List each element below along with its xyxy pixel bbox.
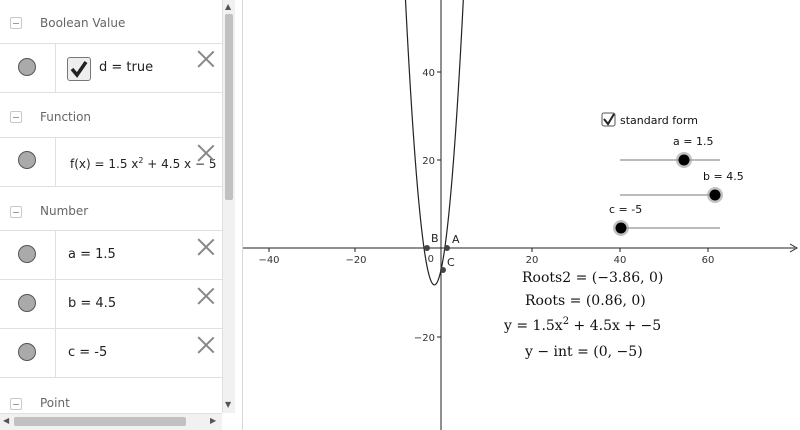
- delete-icon[interactable]: [196, 286, 216, 306]
- visibility-toggle-icon[interactable]: [18, 151, 36, 169]
- group-header-number[interactable]: Number: [0, 187, 222, 231]
- roots-text: Roots = (0.86, 0): [525, 293, 646, 309]
- x-tick-label: 60: [702, 255, 715, 266]
- scroll-up-icon[interactable]: ▲: [225, 2, 231, 12]
- algebra-row-f[interactable]: f(x) = 1.5 x2 + 4.5 x − 5: [0, 138, 222, 187]
- algebra-row-d[interactable]: d = true: [0, 44, 222, 93]
- origin-label: 0: [428, 254, 434, 265]
- marble-cell: [0, 44, 56, 92]
- item-label-a: a = 1.5: [68, 247, 116, 262]
- roots2-text: Roots2 = (−3.86, 0): [522, 270, 663, 286]
- algebra-view: Boolean Value d = true Function f(x) = 1…: [0, 0, 222, 413]
- x-tick-label: 40: [614, 255, 627, 266]
- slider-label-b: b = 4.5: [703, 170, 744, 183]
- point-B[interactable]: [424, 245, 430, 251]
- x-tick-label: −40: [258, 255, 279, 266]
- point-label-B: B: [431, 232, 439, 245]
- group-title: Function: [40, 110, 92, 124]
- vertical-scroll-thumb[interactable]: [225, 14, 233, 200]
- delete-icon[interactable]: [196, 143, 216, 163]
- group-header-boolean[interactable]: Boolean Value: [0, 0, 222, 44]
- marble-cell: [0, 329, 56, 377]
- visibility-toggle-icon[interactable]: [18, 245, 36, 263]
- y-tick-label: −20: [414, 333, 435, 344]
- slider-handle-a[interactable]: [678, 154, 690, 166]
- point-A[interactable]: [444, 245, 450, 251]
- algebra-row-a[interactable]: a = 1.5: [0, 231, 222, 280]
- slider-label-c: c = -5: [609, 203, 642, 216]
- panel-divider[interactable]: [235, 0, 243, 430]
- marble-cell: [0, 138, 56, 186]
- horizontal-scrollbar[interactable]: ◀ ▶: [0, 413, 222, 430]
- item-label-b: b = 4.5: [68, 296, 117, 311]
- eq-prefix: y = 1.5x: [503, 318, 563, 334]
- y-tick-label: 20: [422, 156, 435, 167]
- group-title: Point: [40, 396, 70, 410]
- slider-label-a: a = 1.5: [673, 135, 713, 148]
- visibility-toggle-icon[interactable]: [18, 58, 36, 76]
- point-C[interactable]: [440, 267, 446, 273]
- group-title: Boolean Value: [40, 16, 126, 30]
- group-header-function[interactable]: Function: [0, 94, 222, 138]
- item-label-d: d = true: [99, 60, 154, 75]
- checkmark-icon: [70, 61, 88, 78]
- horizontal-scroll-thumb[interactable]: [14, 417, 186, 426]
- x-tick-label: 20: [526, 255, 539, 266]
- collapse-icon[interactable]: [10, 398, 22, 410]
- boolean-checkbox[interactable]: [67, 57, 91, 81]
- point-label-C: C: [447, 256, 455, 269]
- vertical-scrollbar[interactable]: ▲ ▼: [222, 0, 235, 413]
- marble-cell: [0, 280, 56, 328]
- scroll-left-icon[interactable]: ◀: [3, 416, 9, 425]
- eq-suffix: + 4.5x + −5: [569, 318, 661, 334]
- y-tick-label: 40: [422, 68, 435, 79]
- f-prefix: f(x) = 1.5 x: [70, 157, 139, 171]
- visibility-toggle-icon[interactable]: [18, 294, 36, 312]
- collapse-icon[interactable]: [10, 111, 22, 123]
- visibility-toggle-icon[interactable]: [18, 343, 36, 361]
- point-label-A: A: [452, 233, 460, 246]
- item-label-c: c = -5: [68, 345, 108, 360]
- graphics-canvas[interactable]: −40 −20 20 40 60 40 20 −20 0 B A C stand…: [243, 0, 800, 430]
- delete-icon[interactable]: [196, 335, 216, 355]
- y-intercept-text: y − int = (0, −5): [524, 344, 643, 360]
- slider-handle-b[interactable]: [709, 189, 721, 201]
- scroll-down-icon[interactable]: ▼: [225, 400, 231, 410]
- slider-handle-c[interactable]: [615, 222, 627, 234]
- delete-icon[interactable]: [196, 237, 216, 257]
- collapse-icon[interactable]: [10, 206, 22, 218]
- y-ticks: 40 20 −20 0: [414, 68, 441, 344]
- graphics-view[interactable]: −40 −20 20 40 60 40 20 −20 0 B A C stand…: [243, 0, 800, 430]
- group-title: Number: [40, 204, 89, 218]
- group-header-point[interactable]: Point: [0, 380, 222, 413]
- standard-form-label: standard form: [620, 114, 698, 127]
- equation-text: y = 1.5x2 + 4.5x + −5: [503, 316, 661, 334]
- collapse-icon[interactable]: [10, 17, 22, 29]
- algebra-row-c[interactable]: c = -5: [0, 329, 222, 378]
- x-ticks: −40 −20 20 40 60: [258, 248, 714, 266]
- scroll-right-icon[interactable]: ▶: [210, 416, 216, 425]
- x-tick-label: −20: [345, 255, 366, 266]
- marble-cell: [0, 231, 56, 279]
- delete-icon[interactable]: [196, 49, 216, 69]
- algebra-row-b[interactable]: b = 4.5: [0, 280, 222, 329]
- item-label-f: f(x) = 1.5 x2 + 4.5 x − 5: [70, 156, 216, 171]
